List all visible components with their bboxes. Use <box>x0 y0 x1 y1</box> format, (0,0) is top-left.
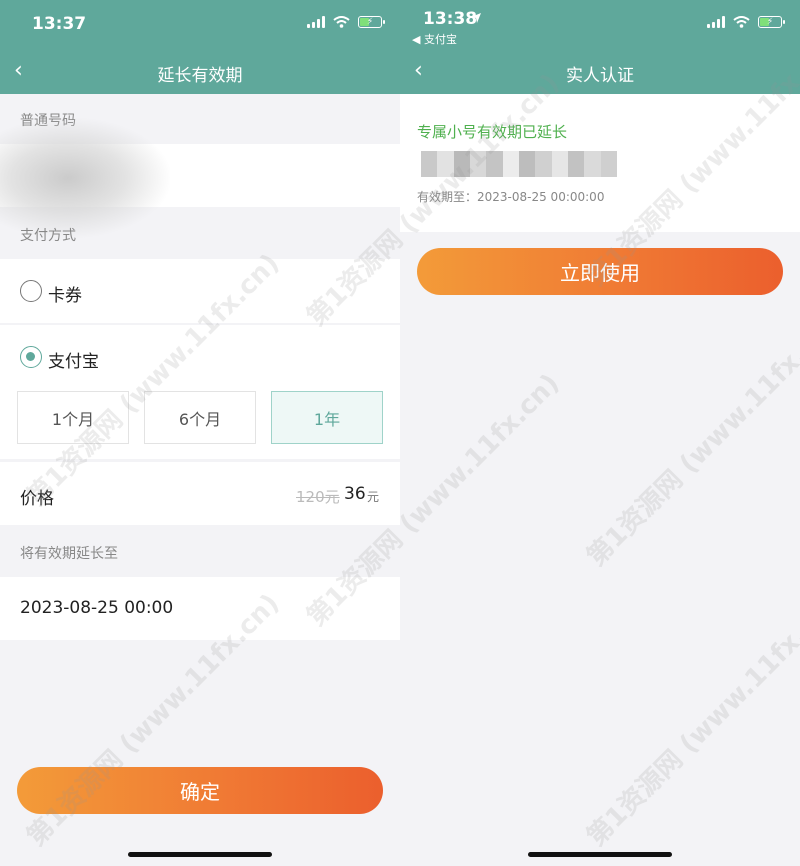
option-card-label: 卡券 <box>48 286 82 306</box>
real-name-verify-screen: 13:38 ◀ 支付宝 ⚡ ‹ 实人认证 专属小号有效期已延长 有效期至：202… <box>400 0 800 866</box>
status-icons: ⚡ <box>707 16 785 28</box>
page-title: 实人认证 <box>566 66 634 86</box>
wifi-icon <box>733 16 750 28</box>
extend-date-value: 2023-08-25 00:00 <box>20 598 174 618</box>
price-original: 120元 <box>296 488 340 506</box>
page-title: 延长有效期 <box>157 66 243 86</box>
nav-bar: ‹ 延长有效期 <box>0 48 400 94</box>
status-bar: 13:37 ⚡ <box>0 0 400 48</box>
confirm-button[interactable]: 确定 <box>17 767 383 814</box>
duration-6-months[interactable]: 6个月 <box>144 391 256 444</box>
redacted-number-pixelated <box>421 151 617 177</box>
price-label: 价格 <box>20 489 54 509</box>
home-indicator <box>128 852 272 857</box>
success-message: 专属小号有效期已延长 <box>417 123 568 141</box>
status-bar: 13:38 ◀ 支付宝 ⚡ <box>400 0 800 48</box>
duration-1-year[interactable]: 1年 <box>271 391 383 444</box>
payment-option-card[interactable]: 卡券 <box>0 259 400 323</box>
status-time: 13:38 <box>423 9 478 29</box>
battery-icon: ⚡ <box>758 16 785 28</box>
price-row <box>0 462 400 525</box>
location-arrow-icon <box>471 13 481 23</box>
nav-bar: ‹ 实人认证 <box>400 48 800 94</box>
home-indicator <box>528 852 672 857</box>
section-label-extend: 将有效期延长至 <box>20 546 118 562</box>
price-unit: 元 <box>367 490 380 504</box>
redacted-number-blur <box>0 118 170 238</box>
extend-validity-screen: 13:37 ⚡ ‹ 延长有效期 普通号码 支付方式 卡券 支付宝 1个月 6个月… <box>0 0 400 866</box>
back-to-app-link[interactable]: ◀ 支付宝 <box>412 31 457 47</box>
radio-card[interactable] <box>20 280 42 302</box>
duration-1-month[interactable]: 1个月 <box>17 391 129 444</box>
use-now-button[interactable]: 立即使用 <box>417 248 783 295</box>
battery-icon: ⚡ <box>358 16 385 28</box>
expire-date-text: 有效期至：2023-08-25 00:00:00 <box>417 190 605 204</box>
status-icons: ⚡ <box>307 16 385 28</box>
wifi-icon <box>333 16 350 28</box>
status-time: 13:37 <box>32 14 87 34</box>
option-alipay-label: 支付宝 <box>48 352 99 372</box>
signal-icon <box>707 16 725 28</box>
signal-icon <box>307 16 325 28</box>
price-current: 36 <box>344 484 366 504</box>
radio-alipay[interactable] <box>20 346 42 368</box>
section-label-payment: 支付方式 <box>20 228 76 244</box>
